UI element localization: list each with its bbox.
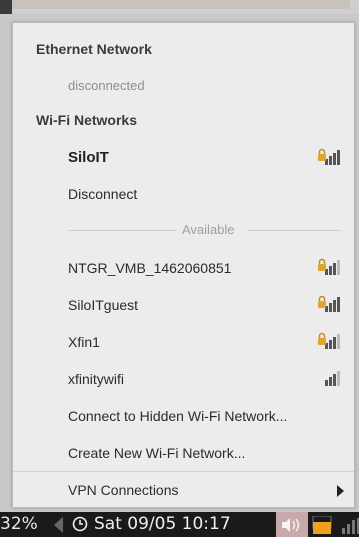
network-item[interactable]: Xfin1 [68,334,354,350]
ethernet-header: Ethernet Network [36,41,152,57]
top-strip [0,0,359,14]
available-separator-left [68,230,176,231]
clock[interactable]: Sat 09/05 10:17 [94,514,231,534]
signal-secured-icon [318,258,340,275]
signal-secured-icon [318,295,340,312]
ethernet-status: disconnected [68,78,145,93]
network-item[interactable]: SiloITguest [68,297,354,313]
top-strip-light [12,0,350,9]
taskbar: 32% Sat 09/05 10:17 [0,512,359,537]
menu-separator [13,471,354,472]
battery-percent: 32% [0,514,38,534]
chevron-left-icon [54,517,63,533]
battery-icon[interactable] [312,516,332,534]
disconnect-item[interactable]: Disconnect [68,186,354,202]
submenu-arrow-icon [337,485,344,497]
clock-icon [72,516,88,532]
volume-icon [282,518,300,532]
wifi-header: Wi-Fi Networks [36,112,137,128]
available-label: Available [182,222,235,237]
network-item[interactable]: NTGR_VMB_1462060851 [68,260,354,276]
create-network-item[interactable]: Create New Wi-Fi Network... [68,445,354,461]
signal-icon [325,371,340,386]
connect-hidden-network-item[interactable]: Connect to Hidden Wi-Fi Network... [68,408,354,424]
vpn-connections-item[interactable]: VPN Connections [68,482,354,498]
available-separator-right [247,230,341,231]
network-menu: Ethernet Network disconnected Wi-Fi Netw… [12,22,355,508]
network-signal-icon[interactable] [340,518,359,534]
signal-secured-icon [318,148,340,165]
connected-network[interactable]: SiloIT [68,149,354,166]
top-strip-dark [0,0,12,14]
volume-button[interactable] [276,512,308,537]
signal-secured-icon [318,332,340,349]
network-item[interactable]: xfinitywifi [68,371,354,387]
